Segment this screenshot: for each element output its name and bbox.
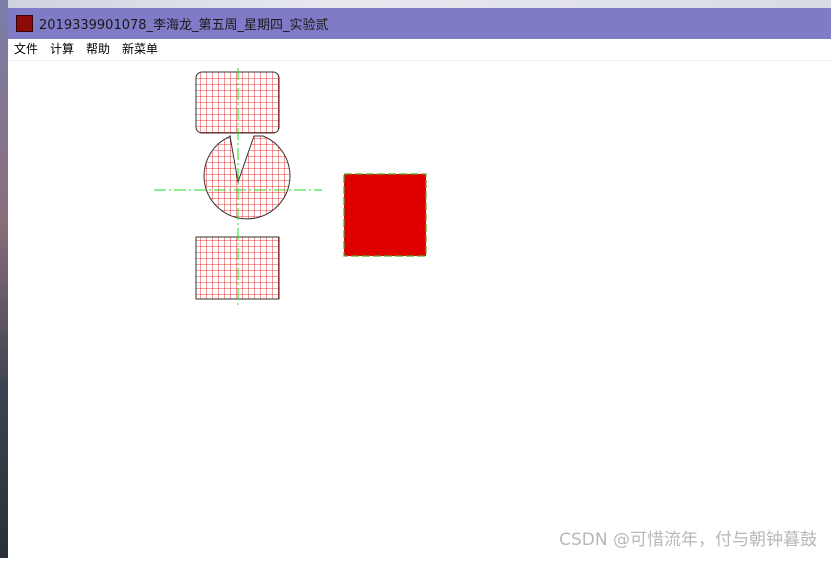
menu-bar: 文件 计算 帮助 新菜单 xyxy=(8,39,831,61)
menu-calculate[interactable]: 计算 xyxy=(44,39,80,60)
title-bar[interactable]: 2019339901078_李海龙_第五周_星期四_实验贰 xyxy=(8,8,831,39)
notched-hatched-circle xyxy=(203,135,291,220)
desktop-background-top xyxy=(0,0,831,8)
app-icon[interactable] xyxy=(16,15,33,32)
desktop-background-left xyxy=(0,0,8,558)
red-filled-square xyxy=(343,173,427,257)
menu-new[interactable]: 新菜单 xyxy=(116,39,164,60)
app-window: 2019339901078_李海龙_第五周_星期四_实验贰 文件 计算 帮助 新… xyxy=(8,8,831,558)
drawing-svg xyxy=(154,68,427,308)
csdn-watermark: CSDN @可惜流年，付与朝钟暮鼓 xyxy=(559,530,817,550)
menu-help[interactable]: 帮助 xyxy=(80,39,116,60)
window-title: 2019339901078_李海龙_第五周_星期四_实验贰 xyxy=(39,18,329,33)
menu-file[interactable]: 文件 xyxy=(8,39,44,60)
drawing-canvas[interactable] xyxy=(8,60,831,558)
